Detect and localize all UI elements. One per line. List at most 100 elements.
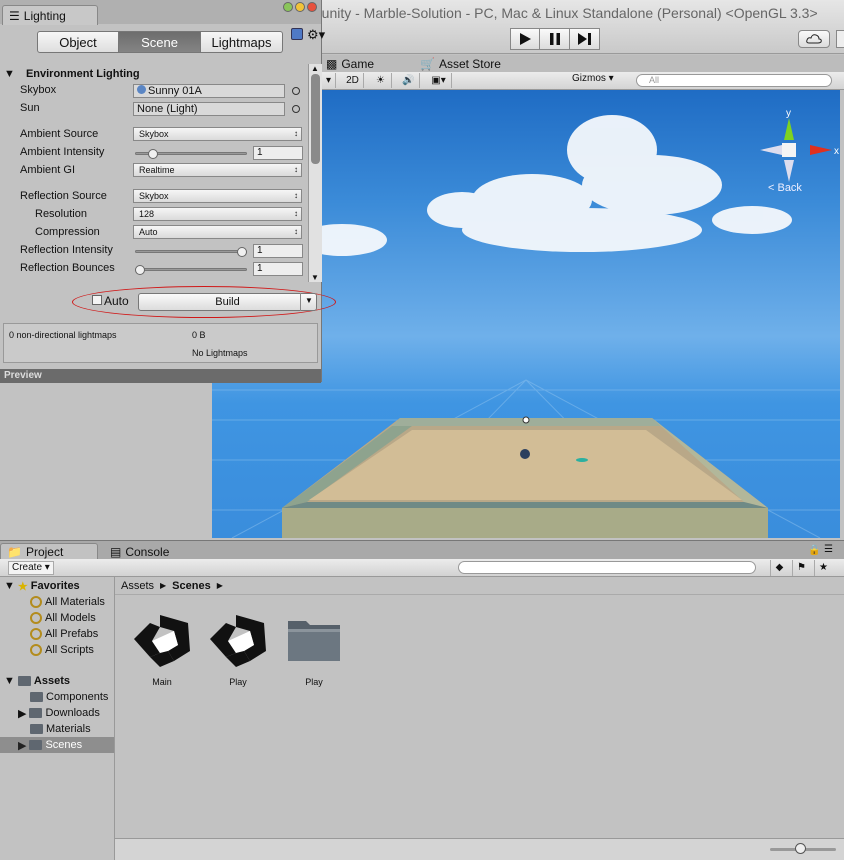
ambient-intensity-knob[interactable] (147, 149, 158, 159)
lighting-scrollbar[interactable]: ▲ ▼ (308, 64, 322, 282)
tab-console[interactable]: ▤ Console (104, 543, 184, 560)
tree-assets[interactable]: ▼ Assets (4, 673, 70, 689)
tab-scene[interactable]: Scene (119, 31, 201, 53)
build-button[interactable]: Build (138, 293, 317, 311)
layers-button[interactable] (836, 30, 844, 48)
lighting-mode-tabs: Object Scene Lightmaps (37, 31, 283, 53)
search-icon (30, 612, 42, 624)
tree-item-all-models[interactable]: All Models (30, 610, 96, 626)
back-label[interactable]: < Back (768, 182, 802, 194)
filter-label-icon[interactable]: ⚑ (792, 560, 810, 576)
tree-item-all-materials[interactable]: All Materials (30, 594, 105, 610)
game-icon: ▩ (326, 57, 338, 71)
ambient-intensity-label: Ambient Intensity (20, 146, 105, 158)
sun-field[interactable]: None (Light) (133, 102, 285, 116)
reflection-bounces-label: Reflection Bounces (20, 262, 115, 274)
collapsed-arrow-icon: ▶ (18, 739, 27, 752)
scroll-down-icon[interactable]: ▼ (311, 273, 319, 282)
tree-favorites[interactable]: ▼ ★ Favorites (4, 578, 80, 594)
scene-search-input[interactable]: All (636, 74, 832, 87)
resolution-dropdown[interactable]: 128 (133, 207, 302, 221)
search-icon (30, 644, 42, 656)
ambient-intensity-input[interactable]: 1 (253, 146, 303, 160)
ambient-gi-dropdown[interactable]: Realtime (133, 163, 302, 177)
effects-toggle-icon[interactable]: ▣▾ (426, 73, 452, 88)
skybox-picker-icon[interactable] (292, 87, 300, 95)
tree-folder-materials[interactable]: Materials (30, 721, 91, 737)
tab-project-label: Project (25, 545, 64, 559)
tree-folder-downloads[interactable]: ▶ Downloads (18, 705, 100, 721)
tab-lightmaps[interactable]: Lightmaps (201, 31, 283, 53)
tree-folder-scenes[interactable]: ▶ Scenes (0, 737, 114, 753)
lighting-icon: ☰ (9, 8, 20, 23)
help-icon[interactable] (291, 28, 303, 40)
ambient-source-dropdown[interactable]: Skybox (133, 127, 302, 141)
light-toggle-icon[interactable]: ☀ (370, 73, 392, 88)
cloud-button[interactable] (798, 30, 830, 48)
tab-game[interactable]: ▩ Game (326, 57, 374, 71)
preview-header[interactable]: Preview (0, 369, 321, 383)
lock-icon[interactable]: 🔒 (808, 545, 820, 556)
zoom-window-button[interactable] (283, 2, 293, 12)
compression-dropdown[interactable]: Auto (133, 225, 302, 239)
favorite-star-icon[interactable]: ★ (814, 560, 832, 576)
reflection-intensity-slider[interactable] (135, 250, 247, 253)
asset-folder-play[interactable]: Play (279, 611, 349, 687)
search-icon (30, 628, 42, 640)
panel-menu-icon[interactable]: ☰ (824, 544, 833, 555)
build-dropdown-icon[interactable]: ▼ (300, 293, 317, 311)
reflection-bounces-knob[interactable] (135, 265, 145, 275)
lightmap-info: 0 non-directional lightmaps 0 B No Light… (3, 323, 318, 363)
reflection-intensity-input[interactable]: 1 (253, 244, 303, 258)
breadcrumb-assets[interactable]: Assets (121, 580, 154, 592)
ambient-source-label: Ambient Source (20, 128, 99, 140)
tab-project[interactable]: 📁 Project (0, 543, 98, 560)
mode-2d-button[interactable]: 2D (342, 73, 364, 88)
reflection-source-dropdown[interactable]: Skybox (133, 189, 302, 203)
lighting-panel: ☰ Lighting Object Scene Lightmaps ⚙▾ ▼ E… (0, 0, 336, 383)
close-window-button[interactable] (307, 2, 317, 12)
section-header[interactable]: ▼ Environment Lighting (4, 68, 140, 80)
breadcrumb-scenes[interactable]: Scenes (172, 580, 211, 592)
scroll-thumb[interactable] (311, 74, 320, 164)
tree-item-label: Scenes (45, 739, 83, 751)
reflection-bounces-slider[interactable] (135, 268, 247, 271)
auto-checkbox[interactable] (92, 295, 102, 305)
asset-scene-play[interactable]: Play (203, 611, 273, 687)
gizmos-dropdown[interactable]: Gizmos ▾ (572, 73, 614, 84)
tab-lighting[interactable]: ☰ Lighting (2, 5, 98, 25)
audio-toggle-icon[interactable]: 🔊 (398, 73, 420, 88)
lightmap-status: No Lightmaps (192, 348, 248, 358)
gear-icon[interactable]: ⚙▾ (307, 27, 325, 43)
create-dropdown[interactable]: Create ▾ (8, 561, 54, 575)
play-button[interactable] (510, 28, 540, 50)
tree-favorites-label: Favorites (30, 580, 80, 592)
tab-object[interactable]: Object (37, 31, 119, 53)
skybox-label: Skybox (20, 84, 57, 96)
svg-text:y: y (786, 108, 791, 119)
sun-picker-icon[interactable] (292, 105, 300, 113)
filter-type-icon[interactable]: ◆ (770, 560, 788, 576)
reflection-bounces-input[interactable]: 1 (253, 262, 303, 276)
ambient-gi-label: Ambient GI (20, 164, 76, 176)
skybox-field[interactable]: Sunny 01A (133, 84, 285, 98)
icon-size-knob[interactable] (795, 843, 806, 854)
tree-item-all-prefabs[interactable]: All Prefabs (30, 626, 98, 642)
project-toolbar: Create ▾ ◆ ⚑ ★ (0, 559, 844, 577)
scene-toolbar: ▾ 2D ☀ 🔊 ▣▾ Gizmos ▾ All (322, 72, 844, 90)
minimize-window-button[interactable] (295, 2, 305, 12)
project-search-input[interactable] (458, 561, 756, 574)
asset-scene-main[interactable]: Main (127, 611, 197, 687)
scroll-up-icon[interactable]: ▲ (311, 64, 319, 73)
pause-button[interactable] (540, 28, 570, 50)
reflection-intensity-knob[interactable] (237, 247, 247, 257)
tab-console-label: Console (125, 544, 170, 559)
reflection-source-label: Reflection Source (20, 190, 107, 202)
step-button[interactable] (570, 28, 600, 50)
step-icon (577, 33, 591, 45)
tree-folder-components[interactable]: Components (30, 689, 108, 705)
lightmap-count: 0 non-directional lightmaps (9, 330, 117, 340)
shading-dropdown[interactable]: ▾ (322, 73, 336, 88)
tab-asset-store[interactable]: 🛒 Asset Store (420, 57, 501, 71)
tree-item-all-scripts[interactable]: All Scripts (30, 642, 94, 658)
